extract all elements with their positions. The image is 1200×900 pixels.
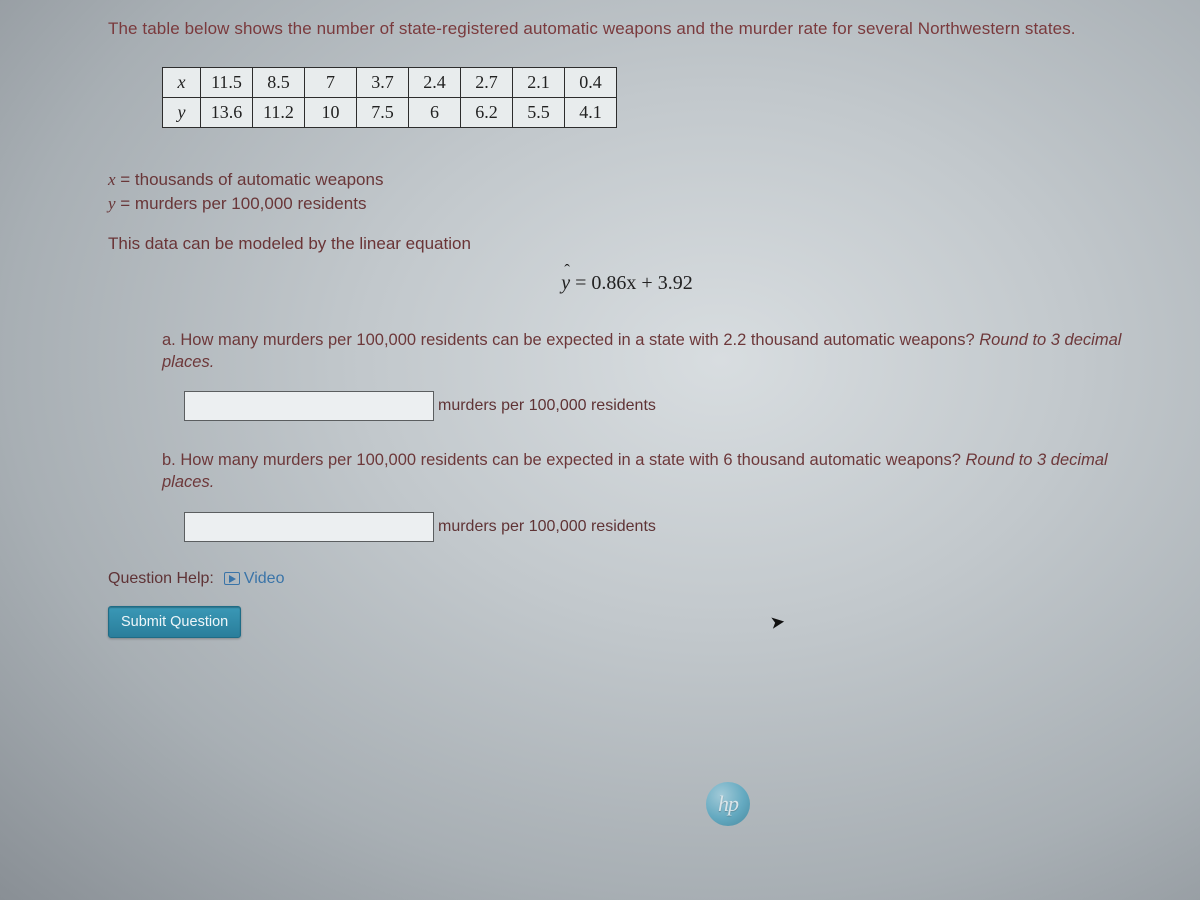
cell: 11.2 <box>253 97 305 127</box>
model-intro: This data can be modeled by the linear e… <box>108 234 1146 254</box>
cell: 11.5 <box>201 67 253 97</box>
def-x-text: = thousands of automatic weapons <box>116 170 384 189</box>
data-table: x 11.5 8.5 7 3.7 2.4 2.7 2.1 0.4 y 13.6 … <box>162 67 617 128</box>
unit-a: murders per 100,000 residents <box>438 397 656 415</box>
equation-rhs: = 0.86x + 3.92 <box>570 272 693 294</box>
cell: 2.1 <box>513 67 565 97</box>
row-x-label: x <box>163 67 201 97</box>
submit-button[interactable]: Submit Question <box>108 606 241 638</box>
part-a: a. How many murders per 100,000 resident… <box>162 329 1146 422</box>
part-b-body: How many murders per 100,000 residents c… <box>180 451 965 469</box>
row-y-label: y <box>163 97 201 127</box>
hp-logo: hp <box>706 782 750 826</box>
cell: 5.5 <box>513 97 565 127</box>
cell: 7 <box>305 67 357 97</box>
cell: 10 <box>305 97 357 127</box>
video-link-label: Video <box>244 570 285 588</box>
cell: 6 <box>409 97 461 127</box>
help-label: Question Help: <box>108 570 214 588</box>
video-link[interactable]: Video <box>224 570 285 588</box>
var-y: y <box>108 194 116 213</box>
question-content: The table below shows the number of stat… <box>18 18 1166 638</box>
cell: 3.7 <box>357 67 409 97</box>
part-b: b. How many murders per 100,000 resident… <box>162 449 1146 542</box>
unit-b: murders per 100,000 residents <box>438 518 656 536</box>
question-page: The table below shows the number of stat… <box>0 0 1200 656</box>
answer-row-a: murders per 100,000 residents <box>184 391 1146 421</box>
cell: 8.5 <box>253 67 305 97</box>
cell: 2.7 <box>461 67 513 97</box>
question-help: Question Help: Video <box>108 570 1146 588</box>
answer-input-a[interactable] <box>184 391 434 421</box>
regression-equation: y = 0.86x + 3.92 <box>108 272 1146 295</box>
part-b-text: b. How many murders per 100,000 resident… <box>162 449 1146 494</box>
play-video-icon <box>224 572 240 585</box>
cell: 13.6 <box>201 97 253 127</box>
question-intro: The table below shows the number of stat… <box>108 18 1146 41</box>
cell: 6.2 <box>461 97 513 127</box>
part-a-body: How many murders per 100,000 residents c… <box>180 331 979 349</box>
table-row: y 13.6 11.2 10 7.5 6 6.2 5.5 4.1 <box>163 97 617 127</box>
cell: 0.4 <box>565 67 617 97</box>
cell: 7.5 <box>357 97 409 127</box>
y-hat: y <box>561 272 570 295</box>
part-b-label: b. <box>162 451 180 469</box>
part-a-text: a. How many murders per 100,000 resident… <box>162 329 1146 374</box>
cursor-icon: ➤ <box>769 611 787 634</box>
cell: 4.1 <box>565 97 617 127</box>
var-x: x <box>108 170 116 189</box>
answer-input-b[interactable] <box>184 512 434 542</box>
answer-row-b: murders per 100,000 residents <box>184 512 1146 542</box>
part-a-label: a. <box>162 331 180 349</box>
data-table-wrap: x 11.5 8.5 7 3.7 2.4 2.7 2.1 0.4 y 13.6 … <box>162 67 1146 128</box>
table-row: x 11.5 8.5 7 3.7 2.4 2.7 2.1 0.4 <box>163 67 617 97</box>
def-y-text: = murders per 100,000 residents <box>116 194 367 213</box>
variable-definitions: x = thousands of automatic weapons y = m… <box>108 168 1146 216</box>
cell: 2.4 <box>409 67 461 97</box>
